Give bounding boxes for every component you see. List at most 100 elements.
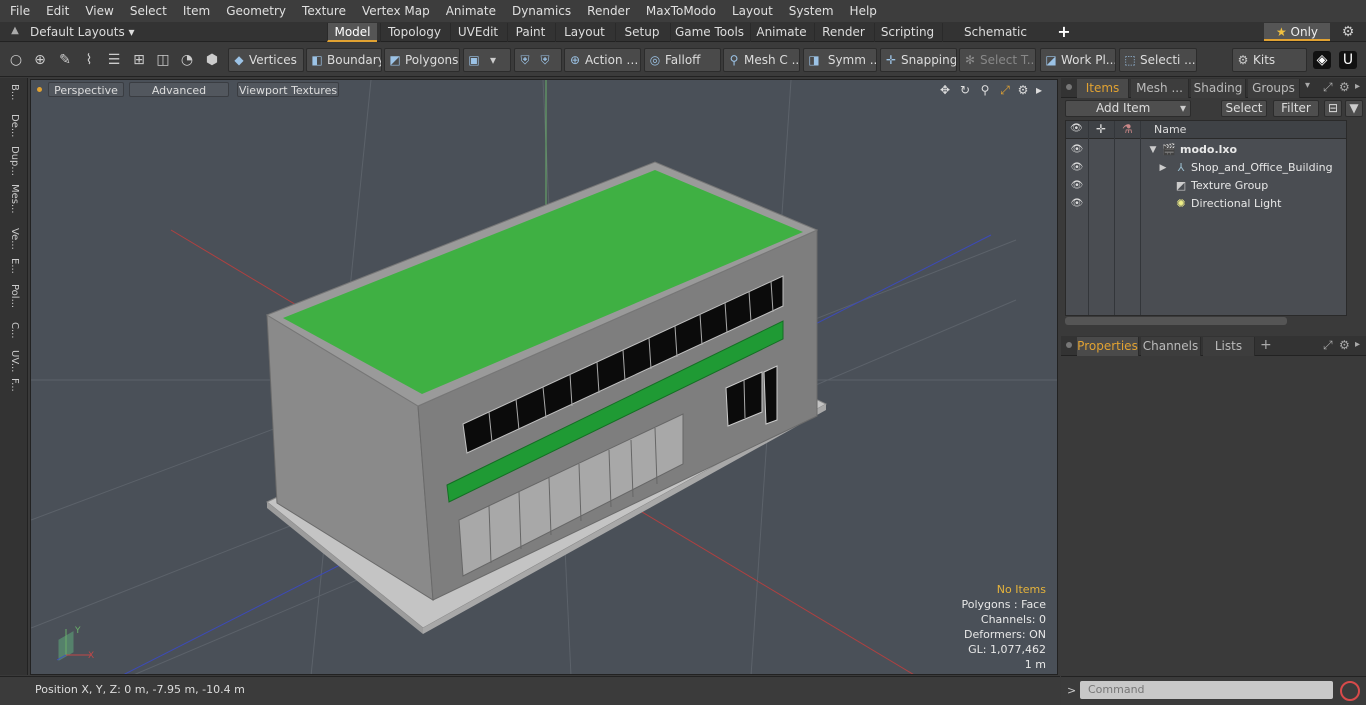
tab-groups[interactable]: Groups xyxy=(1248,79,1300,98)
tab-layout[interactable]: Layout xyxy=(555,23,613,42)
strip-tab-vertex[interactable]: Ve... xyxy=(4,228,20,250)
menu-help[interactable]: Help xyxy=(842,0,885,22)
falloff-button[interactable]: ◎ Falloff xyxy=(644,48,721,72)
orbit-icon[interactable]: ↻ xyxy=(957,82,973,98)
polygons-button[interactable]: ◩ Polygons xyxy=(384,48,460,72)
menu-render[interactable]: Render xyxy=(579,0,638,22)
tree-row-scene[interactable]: 👁 ▼ 🎬 modo.lxo xyxy=(1066,141,1346,159)
strip-tab-mesh-edit[interactable]: Mes... xyxy=(4,184,20,214)
menu-system[interactable]: System xyxy=(781,0,842,22)
fit-icon[interactable]: ⤢ xyxy=(997,82,1013,98)
mesh-constraint-button[interactable]: ⚲ Mesh C ... xyxy=(723,48,800,72)
strip-tab-edge[interactable]: E... xyxy=(4,258,20,274)
globe-icon[interactable]: ⊕ xyxy=(31,51,49,69)
menu-select[interactable]: Select xyxy=(122,0,175,22)
menu-animate[interactable]: Animate xyxy=(438,0,504,22)
menu-edit[interactable]: Edit xyxy=(38,0,77,22)
selection-sets-button[interactable]: ⬚ Selecti ... xyxy=(1119,48,1197,72)
viewport-expand-icon[interactable]: ▸ xyxy=(1031,82,1047,98)
tab-setup[interactable]: Setup xyxy=(615,23,668,42)
tab-mesh-ops[interactable]: Mesh ... xyxy=(1131,79,1189,98)
tab-model[interactable]: Model xyxy=(327,23,377,42)
items-horizontal-scrollbar[interactable] xyxy=(1065,317,1287,325)
command-input[interactable]: Command xyxy=(1080,681,1333,699)
add-item-dropdown[interactable]: Add Item ▾ xyxy=(1065,100,1191,117)
eye-icon[interactable]: 👁 xyxy=(1070,161,1084,175)
item-mode-icon[interactable]: ⬢ xyxy=(203,51,221,69)
menu-layout[interactable]: Layout xyxy=(724,0,781,22)
panel-arrow-icon[interactable]: ▸ xyxy=(1355,81,1360,92)
panel-gear-icon[interactable]: ⚙ xyxy=(1339,338,1350,352)
align-icon[interactable]: ☰ xyxy=(105,51,123,69)
pen-icon[interactable]: ✎ xyxy=(56,51,74,69)
only-toggle[interactable]: ★ Only xyxy=(1264,23,1330,41)
maximize-icon[interactable]: ⤢ xyxy=(1323,338,1333,353)
advanced-button[interactable]: Advanced xyxy=(129,82,229,97)
eye-icon[interactable]: 👁 xyxy=(1070,197,1084,211)
unreal-icon[interactable]: U xyxy=(1339,51,1357,69)
zoom-icon[interactable]: ⚲ xyxy=(977,82,993,98)
select-button[interactable]: Select xyxy=(1221,100,1267,117)
menu-geometry[interactable]: Geometry xyxy=(218,0,294,22)
tab-scripting[interactable]: Scripting xyxy=(874,23,940,42)
menu-maxtomodo[interactable]: MaxToModo xyxy=(638,0,724,22)
symmetry-button[interactable]: ◨ Symm ... xyxy=(803,48,877,72)
panel-gear-icon[interactable]: ⚙ xyxy=(1339,80,1350,94)
boundary-button[interactable]: ◧ Boundary xyxy=(306,48,382,72)
center-icon[interactable]: ⊞ xyxy=(130,51,148,69)
frame-icon[interactable]: ◫ xyxy=(154,51,172,69)
tabs-dropdown-icon[interactable]: ▾ xyxy=(1305,80,1310,91)
record-macro-icon[interactable] xyxy=(1340,681,1360,701)
eye-icon[interactable]: 👁 xyxy=(1070,179,1084,193)
strip-tab-duplicate[interactable]: Dup... xyxy=(4,146,20,176)
strip-tab-polygon[interactable]: Pol... xyxy=(4,284,20,308)
unity-icon[interactable]: ◈ xyxy=(1313,51,1331,69)
kits-button[interactable]: ⚙ Kits xyxy=(1232,48,1307,72)
tree-row-texture-group[interactable]: 👁 ◩ Texture Group xyxy=(1066,177,1346,195)
gear-icon[interactable]: ⚙ xyxy=(1340,24,1356,40)
3d-viewport[interactable]: Y X Perspective Advanced Viewport Textur… xyxy=(30,79,1058,675)
tab-paint[interactable]: Paint xyxy=(507,23,553,42)
menu-dynamics[interactable]: Dynamics xyxy=(504,0,579,22)
tab-properties[interactable]: Properties xyxy=(1077,337,1139,356)
tab-items[interactable]: Items xyxy=(1077,79,1129,98)
tab-render[interactable]: Render xyxy=(814,23,872,42)
tab-schematic-fusion[interactable]: Schematic Fusion xyxy=(942,23,1048,58)
expand-arrow-icon[interactable]: ▼ xyxy=(1146,143,1160,157)
perspective-button[interactable]: Perspective xyxy=(48,82,124,97)
collapse-icon[interactable]: ⊟ xyxy=(1324,100,1342,117)
add-tab-icon[interactable]: + xyxy=(1057,22,1071,42)
tab-lists[interactable]: Lists xyxy=(1203,337,1255,356)
name-column-header[interactable]: Name xyxy=(1154,123,1186,136)
select-through-button[interactable]: ✻ Select T... xyxy=(959,48,1036,72)
layout-home-icon[interactable]: ▲ xyxy=(8,25,22,39)
material-dropdown[interactable]: ▣ ▾ xyxy=(463,48,511,72)
strip-tab-deform[interactable]: De... xyxy=(4,114,20,137)
vertices-button[interactable]: ◆ Vertices xyxy=(228,48,304,72)
menu-vertex-map[interactable]: Vertex Map xyxy=(354,0,438,22)
add-tab-icon[interactable]: + xyxy=(1260,337,1272,353)
expand-arrow-icon[interactable]: ▶ xyxy=(1156,161,1170,175)
strip-tab-basic[interactable]: B... xyxy=(4,84,20,100)
menu-item[interactable]: Item xyxy=(175,0,218,22)
tab-uvedit[interactable]: UVEdit xyxy=(450,23,505,42)
menu-view[interactable]: View xyxy=(77,0,121,22)
tree-row-light[interactable]: 👁 ✺ Directional Light xyxy=(1066,195,1346,213)
strip-tab-curve[interactable]: C... xyxy=(4,322,20,339)
viewport-gear-icon[interactable]: ⚙ xyxy=(1015,82,1031,98)
viewport-textures-button[interactable]: Viewport Textures xyxy=(237,82,339,97)
tab-animate[interactable]: Animate xyxy=(750,23,812,42)
filter-funnel-icon[interactable]: ▼ xyxy=(1345,100,1363,117)
tree-row-mesh[interactable]: 👁 ▶ ⅄ Shop_and_Office_Building xyxy=(1066,159,1346,177)
tab-shading[interactable]: Shading xyxy=(1191,79,1246,98)
strip-tab-uv[interactable]: UV... xyxy=(4,350,20,372)
rotate-icon[interactable]: ◔ xyxy=(178,51,196,69)
circle-select-icon[interactable]: ○ xyxy=(7,51,25,69)
pan-icon[interactable]: ✥ xyxy=(937,82,953,98)
work-plane-button[interactable]: ◪ Work Pl... xyxy=(1040,48,1116,72)
symmetry-toggles[interactable]: ⛨ ⛨ xyxy=(514,48,562,72)
eye-icon[interactable]: 👁 xyxy=(1070,143,1084,157)
brush-icon[interactable]: ⌇ xyxy=(80,51,98,69)
menu-texture[interactable]: Texture xyxy=(294,0,354,22)
maximize-icon[interactable]: ⤢ xyxy=(1323,80,1333,95)
